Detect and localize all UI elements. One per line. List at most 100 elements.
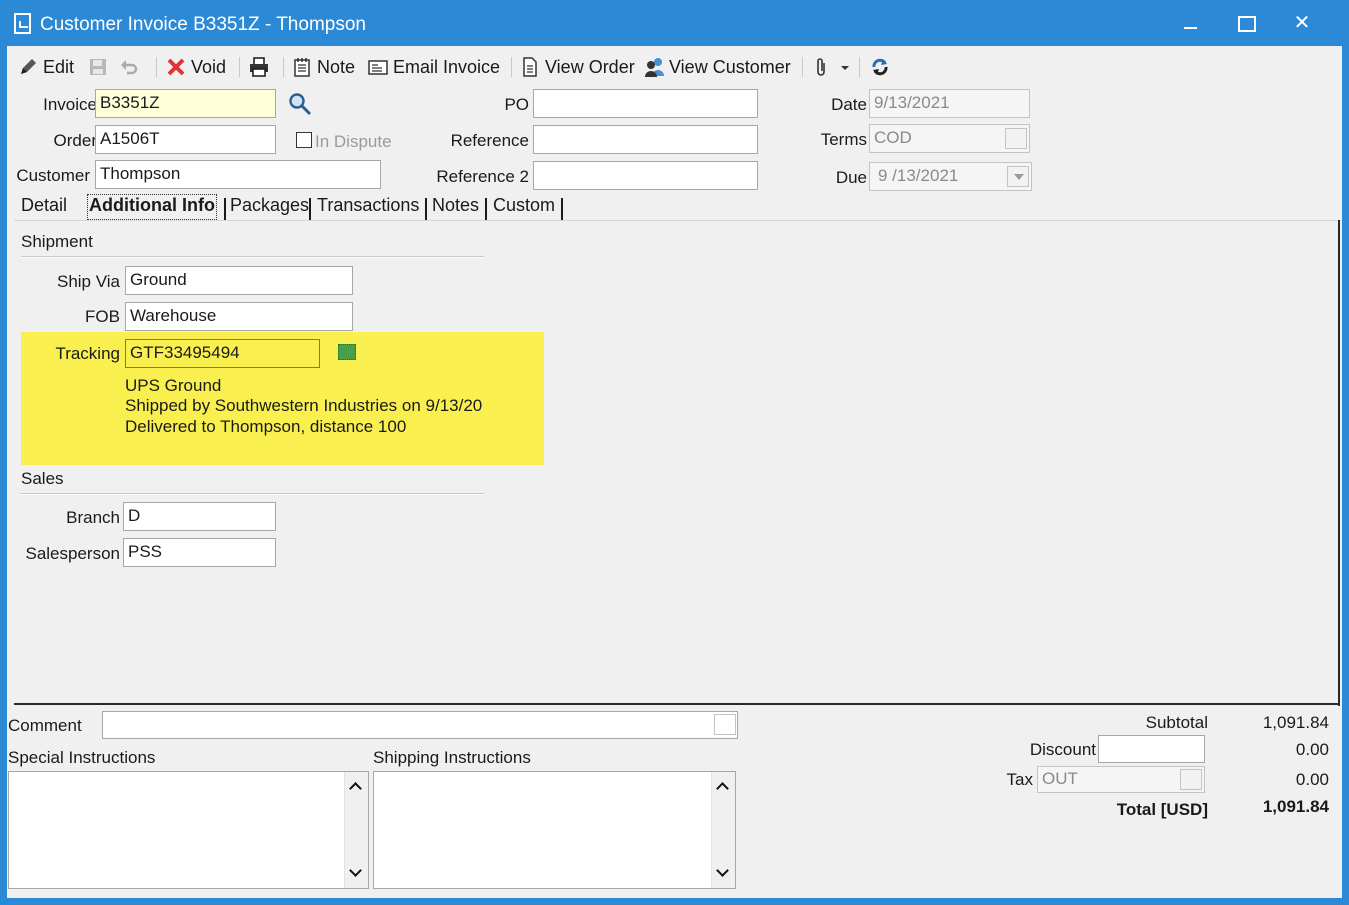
- view-customer-button[interactable]: View Customer: [644, 54, 791, 80]
- email-invoice-button[interactable]: Email Invoice: [368, 54, 500, 80]
- attach-dropdown-button[interactable]: [839, 54, 864, 80]
- terms-select[interactable]: COD: [869, 124, 1030, 153]
- tax-code-select[interactable]: OUT: [1037, 766, 1205, 793]
- edit-button[interactable]: Edit: [18, 54, 74, 80]
- toolbar-separator: [283, 57, 284, 77]
- sales-section-title: Sales: [21, 469, 64, 488]
- date-field[interactable]: 9/13/2021: [869, 89, 1030, 118]
- minimize-button[interactable]: [1170, 8, 1210, 38]
- po-field[interactable]: [533, 89, 758, 118]
- branch-field[interactable]: D: [123, 502, 276, 531]
- tab-separator: [224, 198, 226, 220]
- special-instructions-scrollbar[interactable]: [344, 772, 368, 888]
- undo-icon: [119, 57, 139, 77]
- refresh-button[interactable]: [870, 54, 895, 80]
- total-label: Total [USD]: [1116, 800, 1208, 819]
- edit-label: Edit: [43, 56, 75, 77]
- shipping-instructions-textarea[interactable]: [373, 771, 736, 889]
- shipment-section-title: Shipment: [21, 232, 93, 251]
- undo-button[interactable]: [119, 54, 144, 80]
- print-button[interactable]: [249, 54, 274, 80]
- paperclip-icon: [812, 57, 832, 77]
- invoice-number-field[interactable]: B3351Z: [95, 89, 276, 118]
- comment-dropdown-button[interactable]: [714, 714, 736, 735]
- fob-field[interactable]: Warehouse: [125, 302, 353, 331]
- reference-label: Reference: [450, 131, 529, 150]
- sales-divider: [21, 493, 484, 495]
- view-order-button[interactable]: View Order: [520, 54, 635, 80]
- tab-notes[interactable]: Notes: [432, 195, 479, 221]
- window-title: Customer Invoice B3351Z - Thompson: [40, 14, 366, 35]
- shipping-instructions-scrollbar[interactable]: [711, 772, 735, 888]
- calendar-dropdown-icon[interactable]: [1007, 166, 1029, 187]
- tax-code-value: OUT: [1042, 769, 1078, 788]
- tracking-lookup-icon[interactable]: [338, 344, 356, 360]
- toolbar-separator: [859, 57, 860, 77]
- toolbar-separator: [802, 57, 803, 77]
- due-label: Due: [835, 168, 867, 187]
- terms-label: Terms: [820, 130, 867, 149]
- special-instructions-label: Special Instructions: [8, 748, 156, 767]
- terms-dropdown-button[interactable]: [1005, 128, 1027, 149]
- terms-value: COD: [874, 128, 912, 147]
- due-date-value: 9 /13/2021: [878, 166, 959, 185]
- tab-detail[interactable]: Detail: [21, 195, 67, 221]
- salesperson-field[interactable]: PSS: [123, 538, 276, 567]
- subtotal-value: 1,091.84: [1262, 713, 1329, 732]
- tracking-carrier: UPS Ground: [125, 376, 222, 395]
- due-date-field[interactable]: 9 /13/2021: [869, 162, 1032, 191]
- tracking-number-field[interactable]: GTF33495494: [125, 339, 320, 368]
- in-dispute-checkbox[interactable]: [296, 132, 312, 148]
- note-button[interactable]: Note: [292, 54, 355, 80]
- close-button[interactable]: ✕: [1282, 8, 1322, 38]
- discount-field[interactable]: [1098, 735, 1205, 763]
- tab-custom[interactable]: Custom: [493, 195, 555, 221]
- document-icon: [520, 57, 540, 77]
- tab-separator: [309, 198, 311, 220]
- scroll-down-icon[interactable]: [349, 866, 363, 880]
- order-number-field[interactable]: A1506T: [95, 125, 276, 154]
- discount-label: Discount: [1029, 740, 1096, 759]
- note-label: Note: [317, 56, 356, 77]
- toolbar-separator: [239, 57, 240, 77]
- tracking-delivered-to: Delivered to Thompson, distance 100: [125, 417, 407, 436]
- void-label: Void: [191, 56, 227, 77]
- tab-transactions[interactable]: Transactions: [317, 195, 419, 221]
- email-icon: [368, 57, 388, 77]
- order-label: Order: [53, 131, 97, 150]
- view-order-label: View Order: [545, 56, 635, 77]
- save-button[interactable]: [88, 54, 113, 80]
- toolbar-separator: [511, 57, 512, 77]
- scroll-up-icon[interactable]: [349, 780, 363, 794]
- ship-via-field[interactable]: Ground: [125, 266, 353, 295]
- maximize-button[interactable]: [1225, 8, 1265, 38]
- chevron-down-icon: [839, 57, 859, 77]
- tracking-shipped-by: Shipped by Southwestern Industries on 9/…: [125, 396, 483, 415]
- ship-via-label: Ship Via: [56, 272, 120, 291]
- tab-packages[interactable]: Packages: [230, 195, 309, 221]
- save-icon: [88, 57, 108, 77]
- title-bar[interactable]: Customer Invoice B3351Z - Thompson ✕: [0, 0, 1349, 46]
- shipment-divider: [21, 256, 484, 258]
- tax-value: 0.00: [1295, 770, 1329, 789]
- comment-label: Comment: [8, 716, 82, 735]
- customer-field[interactable]: Thompson: [95, 160, 381, 189]
- special-instructions-textarea[interactable]: [8, 771, 369, 889]
- attach-button[interactable]: [812, 54, 837, 80]
- reference-field[interactable]: [533, 125, 758, 154]
- tab-additional-info[interactable]: Additional Info: [87, 194, 217, 220]
- comment-field[interactable]: [102, 711, 738, 739]
- tax-code-dropdown-button[interactable]: [1180, 769, 1202, 790]
- reference-2-field[interactable]: [533, 161, 758, 190]
- pencil-icon: [18, 57, 38, 77]
- scroll-down-icon[interactable]: [716, 866, 730, 880]
- email-invoice-label: Email Invoice: [393, 56, 501, 77]
- search-icon[interactable]: [288, 92, 312, 116]
- void-button[interactable]: Void: [166, 54, 226, 80]
- printer-icon: [249, 57, 269, 77]
- toolbar: Edit Void Note Email Invoice View Order …: [7, 46, 1342, 86]
- tab-separator: [485, 198, 487, 220]
- total-value: 1,091.84: [1262, 797, 1329, 816]
- scroll-up-icon[interactable]: [716, 780, 730, 794]
- branch-label: Branch: [66, 508, 120, 527]
